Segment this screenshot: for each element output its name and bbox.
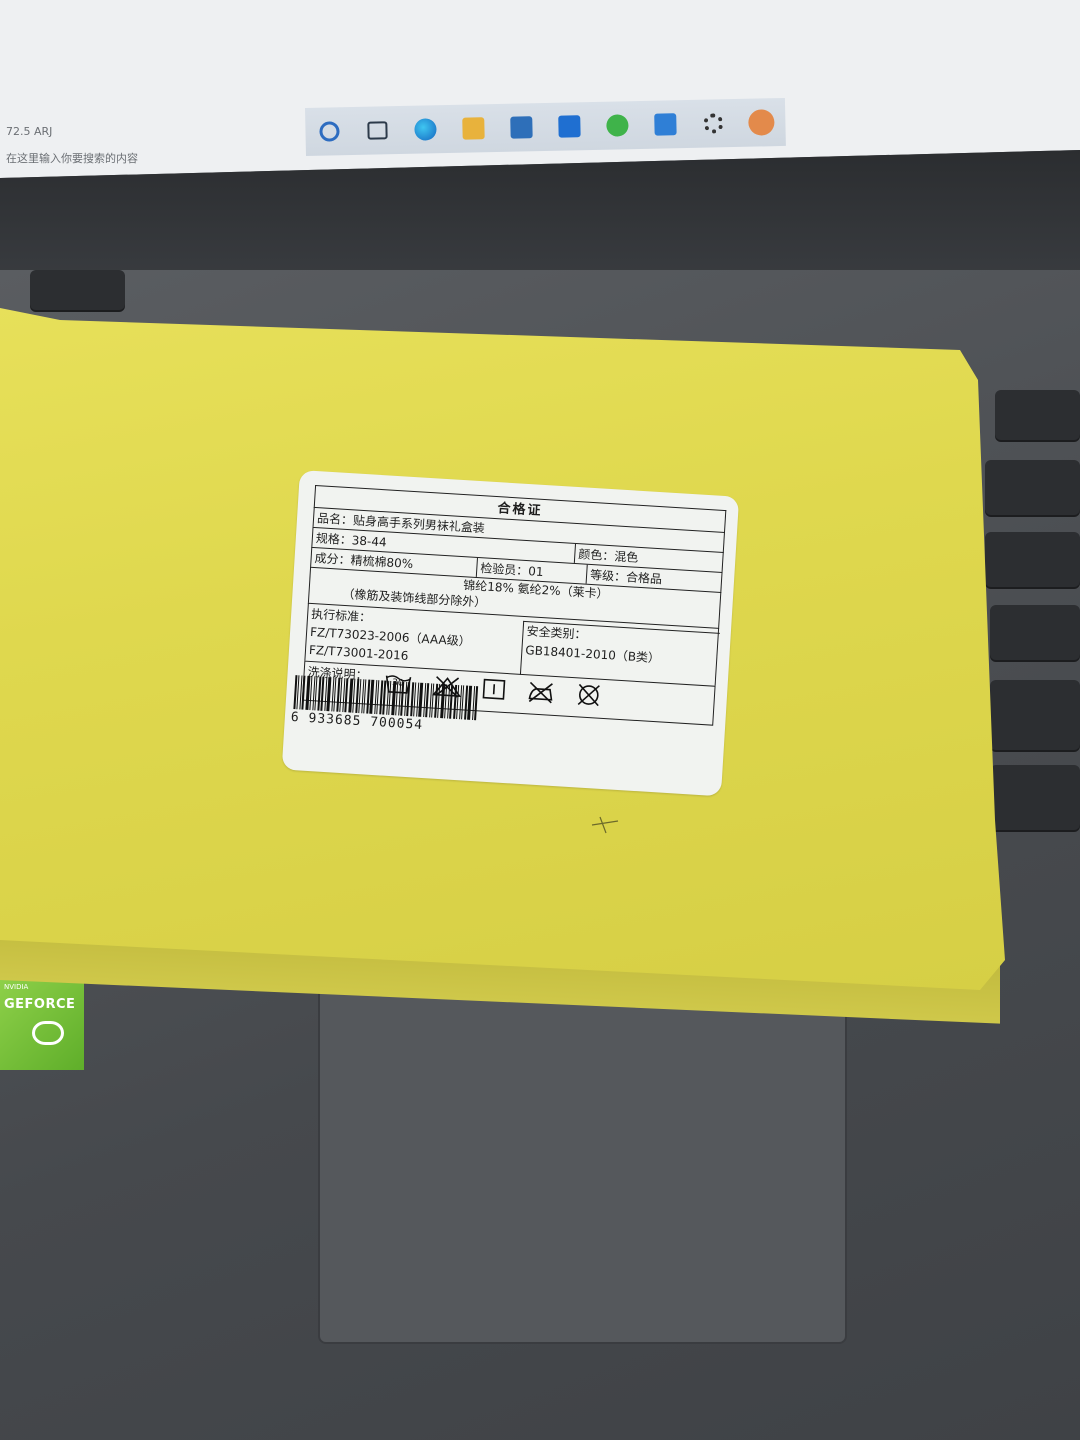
sticker-top-text: NVIDIA — [4, 983, 29, 991]
screen-text-line: 72.5 ARJ — [6, 125, 53, 138]
key[interactable] — [995, 390, 1080, 440]
no-dry-clean-icon — [577, 683, 600, 707]
explorer-icon[interactable] — [449, 104, 498, 153]
app-icon[interactable] — [641, 100, 690, 149]
tumble-dry-icon — [482, 678, 506, 700]
edge-icon[interactable] — [401, 105, 450, 154]
sticker-brand: GEFORCE — [4, 997, 76, 1012]
key[interactable] — [990, 765, 1080, 830]
stain-mark — [591, 816, 619, 834]
no-iron-icon — [528, 681, 553, 704]
key[interactable] — [985, 532, 1080, 587]
geforce-sticker: NVIDIA GEFORCE — [0, 975, 84, 1070]
nvidia-eye-icon — [32, 1021, 64, 1045]
mail-icon[interactable] — [545, 102, 594, 151]
key[interactable] — [990, 680, 1080, 750]
touchpad[interactable] — [318, 960, 847, 1344]
cortana-icon[interactable] — [305, 107, 354, 156]
key[interactable] — [30, 270, 125, 310]
wechat-icon[interactable] — [593, 101, 642, 150]
settings-icon[interactable] — [689, 99, 738, 148]
task-view-icon[interactable] — [353, 106, 402, 155]
taskbar — [305, 97, 786, 156]
store-icon[interactable] — [497, 103, 546, 152]
key[interactable] — [990, 605, 1080, 660]
search-box-text[interactable]: 在这里输入你要搜索的内容 — [6, 150, 138, 166]
certificate-label: 合格证 品名：贴身高手系列男袜礼盒装 规格：38-44 颜色：混色 成分：精梳棉… — [281, 470, 740, 797]
avatar-icon[interactable] — [737, 98, 786, 147]
key[interactable] — [985, 460, 1080, 515]
